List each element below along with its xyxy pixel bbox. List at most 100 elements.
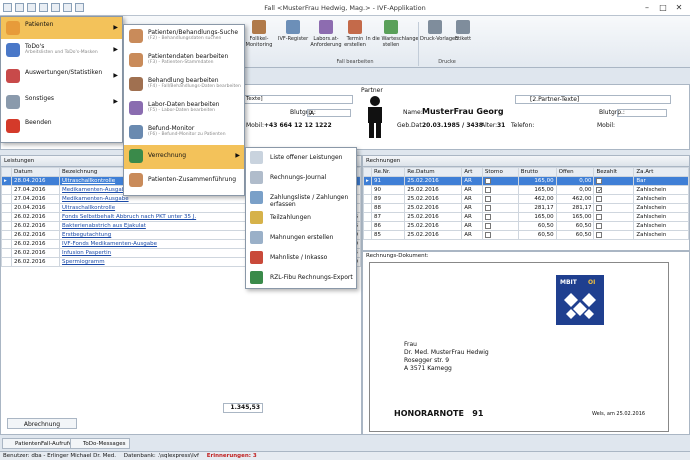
ribbon-labors-button[interactable]: Labors.at- Anforderung — [310, 20, 342, 48]
cell-storno[interactable] — [481, 185, 519, 195]
bezahlt-checkbox[interactable] — [596, 204, 603, 211]
cell-bezahlt[interactable] — [593, 212, 635, 222]
storno-checkbox[interactable] — [484, 231, 491, 238]
status-database: Datenbank: .\sqlexpress\Ivf — [123, 453, 199, 459]
submenu-item-verrechnung[interactable]: Verrechnung ▶ — [124, 145, 244, 169]
col-brutto[interactable]: Brutto — [517, 167, 557, 177]
bezahlt-checkbox[interactable] — [596, 222, 603, 229]
cell-storno[interactable] — [481, 176, 519, 186]
table-row[interactable]: 85 25.02.2016 AR 60,50 60,50 Zahlschein — [363, 230, 689, 240]
row-marker — [1, 194, 12, 204]
desc-link[interactable]: Medikamenten-Ausgabe — [62, 196, 129, 202]
submenu-sub: (F2) - Behandlungsdaten suchen — [148, 36, 222, 41]
ribbon-ivf-register-button[interactable]: IVF-Register — [278, 20, 308, 42]
cell-storno[interactable] — [481, 194, 519, 204]
submenu-item-befund[interactable]: Befund-Monitor (F6) - Befund-Monitor zu P… — [124, 121, 244, 145]
col-offen[interactable]: Offen — [555, 167, 595, 177]
bezahlt-checkbox[interactable] — [596, 231, 603, 238]
cell-bezahlt[interactable] — [593, 221, 635, 231]
table-row[interactable]: 86 25.02.2016 AR 60,50 60,50 Zahlschein — [363, 221, 689, 231]
menu-item-sonstiges[interactable]: Sonstiges ▶ — [1, 87, 122, 115]
verr-item-teilzahlungen[interactable]: Teilzahlungen — [246, 208, 356, 228]
desc-link[interactable]: Medikamenten-Ausgabe — [62, 187, 129, 193]
addr-line: A 3571 Kamegg — [404, 365, 452, 372]
patient-text-field[interactable]: Texte] — [243, 95, 353, 104]
cell-bezahlt[interactable] — [593, 194, 635, 204]
table-row[interactable]: 89 25.02.2016 AR 462,00 462,00 Zahlschein — [363, 194, 689, 204]
col-re-datum[interactable]: Re.Datum — [404, 167, 463, 177]
ribbon-termin-button[interactable]: Termin erstellen — [344, 20, 366, 48]
ribbon-warteschlange-button[interactable]: In die Warteschlange stellen — [366, 20, 419, 48]
desc-link[interactable]: Ultraschallkontrolle — [62, 178, 115, 184]
col-za-art[interactable]: Za.Art — [633, 167, 689, 177]
col-re-nr[interactable]: Re.Nr. — [370, 167, 406, 177]
bezahlt-checkbox[interactable]: ✓ — [596, 177, 602, 184]
cell-za-art: Bar — [633, 176, 689, 186]
submenu-item-suche[interactable]: Patienten/Behandlungs-Suche (F2) - Behand… — [124, 25, 244, 49]
cell-bezahlt[interactable] — [593, 230, 635, 240]
ribbon-etikett-button[interactable]: Etikett — [452, 20, 474, 42]
blutgrp-select[interactable]: A — [307, 109, 351, 117]
menu-item-patienten[interactable]: Patienten ▶ — [1, 17, 122, 39]
table-row[interactable]: 88 25.02.2016 AR 281,17 281,17 Zahlschein — [363, 203, 689, 213]
table-row[interactable]: 90 25.02.2016 AR 165,00 0,00 ✓ Zahlschein — [363, 185, 689, 195]
verr-item-rzl-export[interactable]: RZL-Fibu Rechnungs-Export — [246, 268, 356, 288]
table-row[interactable]: ▸ 91 25.02.2016 AR 165,00 0,00 ✓ Bar — [363, 176, 689, 186]
menu-item-beenden[interactable]: Beenden — [1, 115, 122, 137]
maximize-button[interactable]: □ — [656, 2, 670, 14]
menu-item-label: Beenden — [25, 119, 52, 126]
verr-item-mahnungen[interactable]: Mahnungen erstellen — [246, 228, 356, 248]
bezahlt-checkbox[interactable]: ✓ — [596, 186, 602, 193]
invoice-date: Wels, am 25.02.2016 — [592, 411, 646, 417]
tab-todo-messages[interactable]: ToDo-Messages — [70, 438, 131, 449]
col-datum[interactable]: Datum — [11, 167, 60, 177]
submenu-item-zusammenfuehrung[interactable]: Patienten-Zusammenführung — [124, 169, 244, 193]
storno-checkbox[interactable] — [484, 177, 491, 184]
verr-item-mahnliste[interactable]: Mahnliste / Inkasso — [246, 248, 356, 268]
desc-link[interactable]: Spermiogramm — [62, 259, 105, 265]
submenu-item-labor[interactable]: Labor-Daten bearbeiten (F5) - Labor-Daten… — [124, 97, 244, 121]
tab-fall-aufrufe[interactable]: PatientenFall-Aufrufe — [2, 438, 78, 449]
cell-storno[interactable] — [481, 212, 519, 222]
verr-item-journal[interactable]: Rechnungs-Journal — [246, 168, 356, 188]
abrechnung-button[interactable]: Abrechnung — [7, 418, 77, 429]
verr-item-zahlungsliste[interactable]: Zahlungsliste / Zahlungen erfassen — [246, 188, 356, 208]
cell-storno[interactable] — [481, 230, 519, 240]
storno-checkbox[interactable] — [484, 222, 491, 229]
desc-link[interactable]: Bakterienabstrich aus Ejakulat — [62, 223, 146, 229]
desc-link[interactable]: IVF-Fonds Medikamenten-Ausgabe — [62, 241, 157, 247]
table-row[interactable]: 87 25.02.2016 AR 165,00 165,00 Zahlschein — [363, 212, 689, 222]
col-storno[interactable]: Storno — [481, 167, 519, 177]
close-button[interactable]: ✕ — [672, 2, 686, 14]
cell-date: 26.02.2016 — [11, 221, 60, 231]
ribbon-follikel-button[interactable]: Follikel- Monitoring — [244, 20, 274, 48]
bezahlt-checkbox[interactable] — [596, 213, 603, 220]
desc-link[interactable]: Fonds Selbstbehalt Abbruch nach PKT unte… — [62, 214, 196, 220]
partner-blutgrp-select[interactable] — [617, 109, 667, 117]
storno-checkbox[interactable] — [484, 186, 491, 193]
menu-item-todos[interactable]: ToDo's Arbeitslisten und ToDo's-Masken ▶ — [1, 39, 122, 65]
storno-checkbox[interactable] — [484, 204, 491, 211]
desc-link[interactable]: Erstbegutachtung — [62, 232, 111, 238]
submenu-item-patientendaten[interactable]: Patientendaten bearbeiten (F3) - Patiente… — [124, 49, 244, 73]
cell-bezahlt[interactable]: ✓ — [593, 185, 635, 195]
minimize-button[interactable]: – — [640, 2, 654, 14]
invoice-heading: HONORARNOTE 91 — [394, 409, 484, 418]
col-bezahlt[interactable]: Bezahlt — [593, 167, 635, 177]
storno-checkbox[interactable] — [484, 195, 491, 202]
cell-storno[interactable] — [481, 203, 519, 213]
desc-link[interactable]: Infusion Paspertin — [62, 250, 111, 256]
cell-storno[interactable] — [481, 221, 519, 231]
col-art[interactable]: Art — [461, 167, 483, 177]
cell-bezahlt[interactable] — [593, 203, 635, 213]
cell-bezahlt[interactable]: ✓ — [593, 176, 635, 186]
partner-text-field[interactable]: [2.Partner-Texte] — [515, 95, 671, 104]
storno-checkbox[interactable] — [484, 213, 491, 220]
bezahlt-checkbox[interactable] — [596, 195, 603, 202]
desc-link[interactable]: Ultraschallkontrolle — [62, 205, 115, 211]
submenu-item-behandlung[interactable]: Behandlung bearbeiten (F4) - Fall/Behandl… — [124, 73, 244, 97]
verr-item-offene-leistungen[interactable]: Liste offener Leistungen — [246, 148, 356, 168]
status-reminders[interactable]: Erinnerungen: 3 — [207, 453, 257, 459]
menu-item-auswertungen[interactable]: Auswertungen/Statistiken ▶ — [1, 65, 122, 87]
ribbon-druck-vorlagen-button[interactable]: Druck-Vorlagen — [420, 20, 458, 42]
